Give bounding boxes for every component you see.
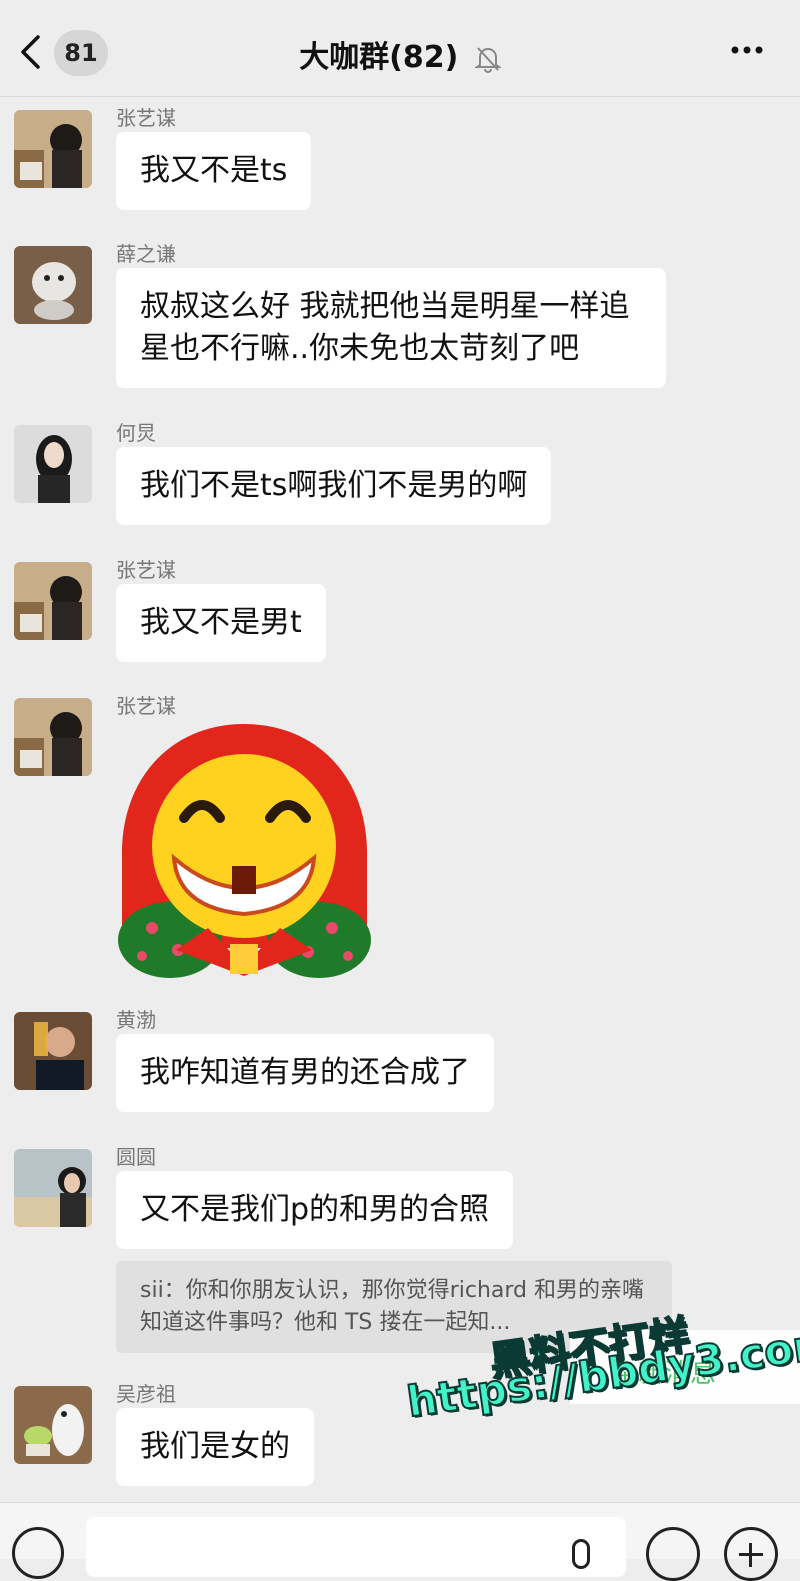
message-bubble[interactable]: 又不是我们p的和男的合照: [116, 1171, 514, 1249]
chat-title-text: 大咖群(82): [299, 40, 459, 75]
sender-name: 张艺谋: [116, 558, 176, 582]
avatar[interactable]: [14, 1149, 92, 1227]
sender-name: 圆圆: [116, 1145, 156, 1169]
sender-name: 张艺谋: [116, 106, 176, 130]
more-options-icon[interactable]: [730, 40, 764, 60]
sender-name: 何炅: [116, 421, 156, 445]
sender-name: 张艺谋: [116, 694, 176, 718]
sender-name: 吴彦祖: [116, 1382, 176, 1406]
muted-bell-icon: [474, 46, 501, 73]
chat-title: 大咖群(82): [0, 32, 800, 76]
avatar[interactable]: [14, 425, 92, 503]
sender-name: 薛之谦: [116, 242, 176, 266]
emoji-icon[interactable]: [646, 1527, 700, 1581]
microphone-icon[interactable]: [572, 1539, 590, 1569]
message-bubble[interactable]: 我又不是男t: [116, 584, 326, 662]
chat-header: 81 大咖群(82): [0, 0, 800, 97]
message-bubble[interactable]: 我们不是ts啊我们不是男的啊: [116, 447, 552, 525]
plus-icon[interactable]: [724, 1527, 778, 1581]
message-input[interactable]: [86, 1517, 626, 1577]
message-bubble[interactable]: 我又不是ts: [116, 132, 312, 210]
message-bubble[interactable]: 我们是女的: [116, 1408, 314, 1486]
sender-name: 黄渤: [116, 1008, 156, 1032]
message-bubble[interactable]: 叔叔这么好 我就把他当是明星一样追星也不行嘛..你未免也太苛刻了吧: [116, 268, 666, 388]
avatar[interactable]: [14, 110, 92, 188]
message-bubble[interactable]: 我咋知道有男的还合成了: [116, 1034, 494, 1112]
voice-toggle-icon[interactable]: [12, 1527, 64, 1579]
input-bar: [0, 1502, 800, 1581]
avatar[interactable]: [14, 1012, 92, 1090]
avatar[interactable]: [14, 562, 92, 640]
avatar[interactable]: [14, 246, 92, 324]
grinning-face-sticker[interactable]: [112, 718, 377, 980]
avatar[interactable]: [14, 1386, 92, 1464]
avatar[interactable]: [14, 698, 92, 776]
